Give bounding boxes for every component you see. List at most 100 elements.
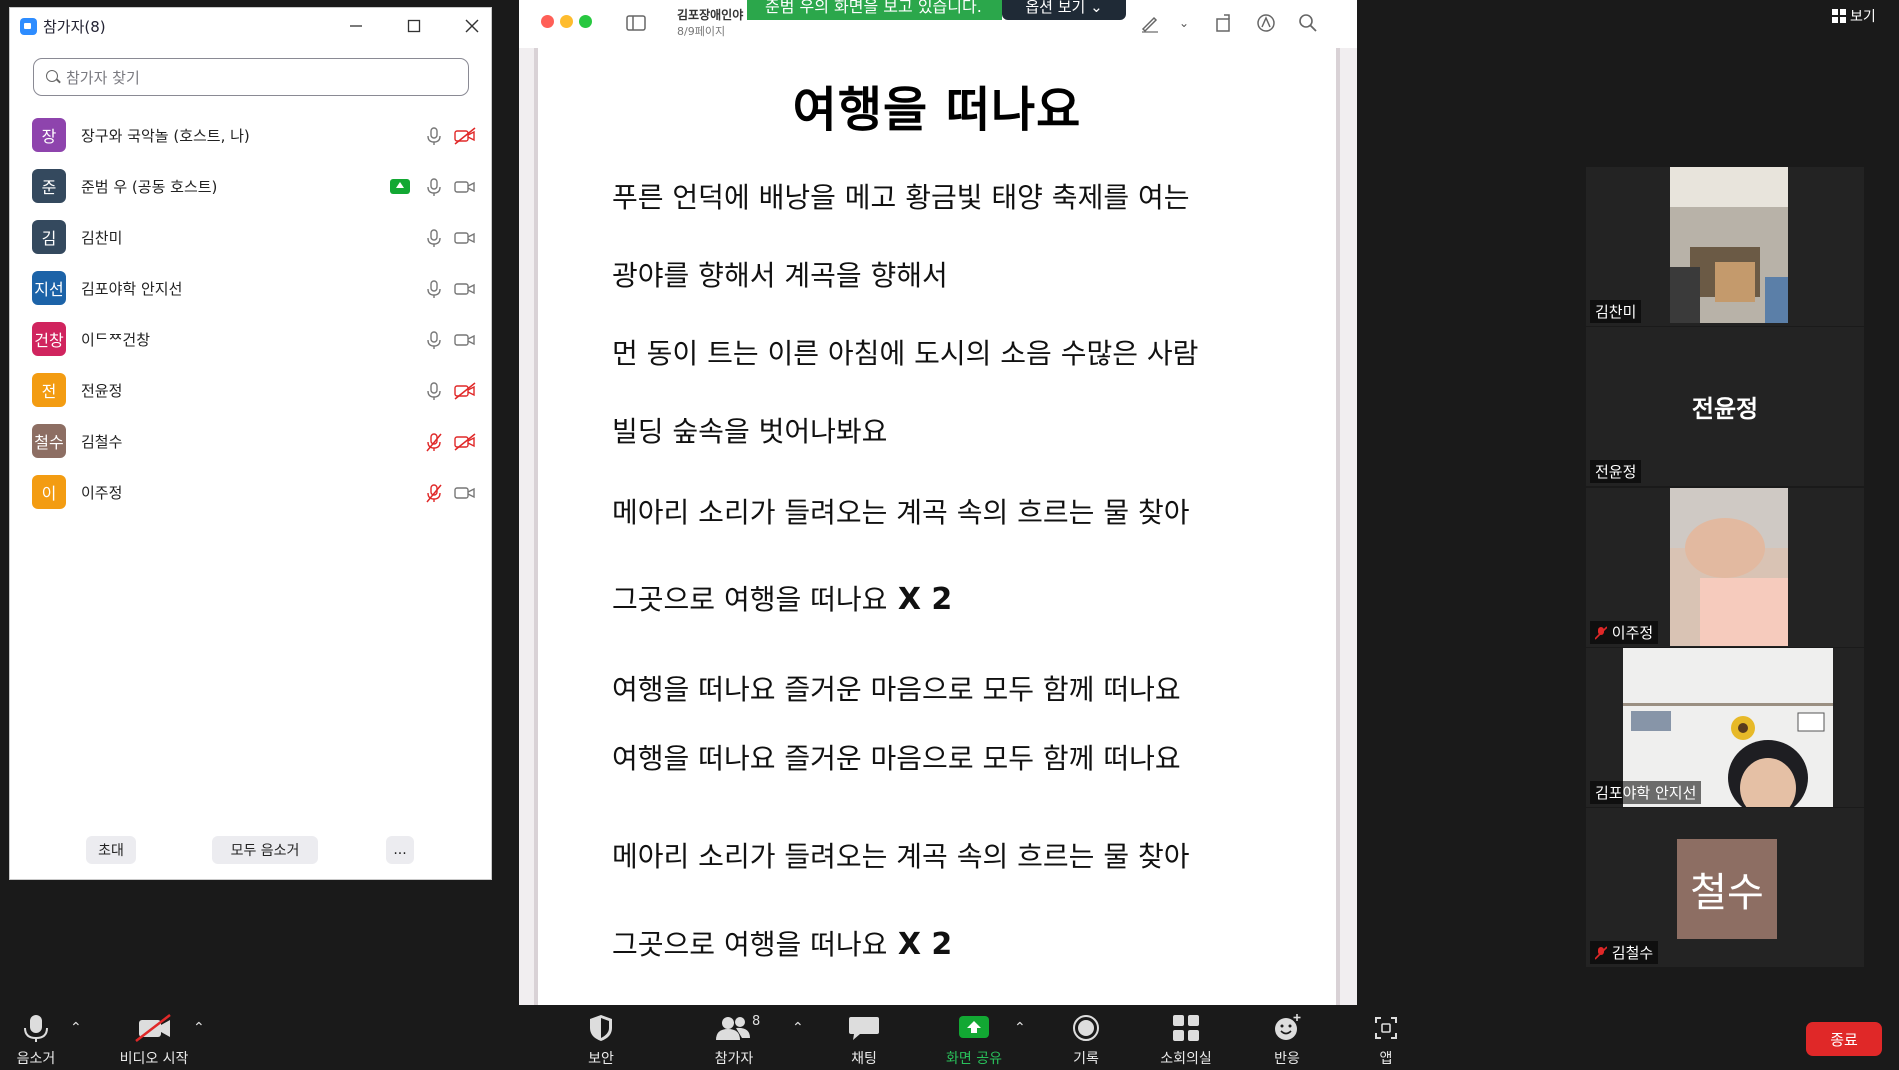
video-tile-ijujeong[interactable]: 이주정 (1586, 488, 1864, 647)
participant-name: 이주정 (81, 484, 123, 502)
lyric-line: 여행을 떠나요 즐거운 마음으로 모두 함께 떠나요 (612, 737, 1181, 777)
video-tile-jeonyunjeong[interactable]: 전윤정 전윤정 (1586, 327, 1864, 486)
video-camera-icon[interactable] (454, 279, 475, 299)
muted-mic-icon (1594, 946, 1608, 960)
chat-button[interactable]: 채팅 (838, 1005, 890, 1070)
participant-row[interactable]: 철수 김철수 (10, 416, 491, 467)
video-off-icon[interactable] (454, 126, 476, 146)
sidebar-toggle-icon (625, 12, 647, 34)
microphone-icon (24, 1015, 48, 1042)
video-camera-icon[interactable] (454, 228, 475, 248)
microphone-icon[interactable] (424, 126, 444, 146)
lyric-line: 광야를 향해서 계곡을 향해서 (612, 254, 948, 294)
smiley-icon (1275, 1014, 1301, 1040)
participants-caret-icon[interactable]: ⌃ (792, 1020, 804, 1036)
participants-button[interactable]: 8 참가자 (706, 1005, 762, 1070)
participant-row[interactable]: 준 준범 우 (공동 호스트) (10, 161, 491, 212)
start-video-button[interactable]: 비디오 시작 (112, 1005, 196, 1070)
participants-count: 8 (752, 1014, 761, 1029)
tile-name: 김철수 (1590, 941, 1659, 964)
audio-options-caret-icon[interactable]: ⌃ (70, 1020, 82, 1036)
microphone-icon[interactable] (424, 279, 444, 299)
more-options-button[interactable]: ... (386, 836, 414, 864)
participant-avatar: 이 (32, 475, 66, 509)
participant-name: 김찬미 (81, 229, 123, 247)
chevron-down-icon: ⌄ (1179, 16, 1190, 30)
pdf-page: 여행을 떠나요 푸른 언덕에 배낭을 메고 황금빛 태양 축제를 여는 광야를 향… (538, 48, 1336, 1005)
security-label: 보안 (588, 1051, 614, 1067)
close-icon[interactable] (459, 14, 485, 38)
record-button[interactable]: 기록 (1060, 1005, 1112, 1070)
video-off-icon[interactable] (454, 432, 476, 452)
annotate-icon (1255, 12, 1277, 34)
microphone-icon[interactable] (424, 177, 444, 197)
lyric-text: 메아리 소리가 들려오는 계곡 속의 흐르는 물 찾아 (612, 840, 1190, 873)
participant-search[interactable] (33, 58, 469, 96)
mute-all-button[interactable]: 모두 음소거 (212, 836, 318, 864)
markup-pen-icon (1139, 12, 1161, 34)
participant-search-input[interactable] (64, 65, 448, 91)
minimize-icon[interactable] (343, 14, 369, 38)
muted-microphone-icon[interactable] (424, 432, 444, 452)
lyric-line: 메아리 소리가 들려오는 계곡 속의 흐르는 물 찾아 (612, 835, 1190, 875)
participant-row[interactable]: 장 장구와 국악놀 (호스트, 나) (10, 110, 491, 161)
tile-name-text: 김철수 (1611, 944, 1654, 962)
share-screen-icon (959, 1016, 989, 1038)
view-button[interactable]: 보기 (1828, 5, 1888, 27)
apps-button[interactable]: 앱 (1360, 1005, 1412, 1070)
participant-row[interactable]: 건창 이ᄃᄍ건창 (10, 314, 491, 365)
lyric-text: 메아리 소리가 들려오는 계곡 속의 흐르는 물 찾아 (612, 496, 1190, 529)
video-feed (1670, 167, 1788, 323)
participant-name: 김철수 (81, 433, 123, 451)
video-camera-icon[interactable] (454, 483, 475, 503)
invite-button[interactable]: 초대 (86, 836, 136, 864)
lyric-line: 그곳으로 여행을 떠나요 X 2 (612, 923, 952, 963)
lyric-text: 푸른 언덕에 배낭을 메고 황금빛 태양 축제를 여는 (612, 181, 1190, 214)
participant-avatar: 철수 (32, 424, 66, 458)
breakout-rooms-label: 소회의실 (1160, 1051, 1212, 1067)
view-options-button[interactable]: 옵션 보기 ⌄ (1002, 0, 1126, 20)
panel-title: 참가자(8) (43, 18, 106, 36)
participant-avatar: 김 (32, 220, 66, 254)
chat-icon (849, 1017, 879, 1040)
participant-name: 장구와 국악놀 (호스트, 나) (81, 127, 250, 145)
video-options-caret-icon[interactable]: ⌃ (193, 1020, 205, 1036)
video-camera-icon[interactable] (454, 330, 475, 350)
participant-row[interactable]: 전 전윤정 (10, 365, 491, 416)
participant-row[interactable]: 이 이주정 (10, 467, 491, 518)
share-banner: 준범 우의 화면을 보고 있습니다. (747, 0, 1002, 20)
breakout-rooms-button[interactable]: 소회의실 (1150, 1005, 1222, 1070)
video-tile-kimcheolsu[interactable]: 철수 김철수 (1586, 808, 1864, 967)
video-tile-anjiseon[interactable]: 김포야학 안지선 (1586, 648, 1864, 807)
end-meeting-button[interactable]: 종료 (1806, 1022, 1882, 1056)
participant-avatar: 전 (32, 373, 66, 407)
microphone-icon[interactable] (424, 228, 444, 248)
microphone-icon[interactable] (424, 381, 444, 401)
participant-avatar: 지선 (32, 271, 66, 305)
participant-row[interactable]: 김 김찬미 (10, 212, 491, 263)
share-screen-button[interactable]: 화면 공유 (936, 1005, 1012, 1070)
muted-microphone-icon[interactable] (424, 483, 444, 503)
share-screen-label: 화면 공유 (946, 1051, 1002, 1067)
share-caret-icon[interactable]: ⌃ (1014, 1020, 1026, 1036)
video-off-icon[interactable] (454, 381, 476, 401)
reactions-button[interactable]: 반응 (1261, 1005, 1313, 1070)
video-camera-icon[interactable] (454, 177, 475, 197)
mute-button[interactable]: 음소거 (8, 1005, 64, 1070)
repeat-marker: X 2 (887, 582, 953, 617)
lyric-text: 그곳으로 여행을 떠나요 (612, 583, 888, 616)
lyric-text: 여행을 떠나요 즐거운 마음으로 모두 함께 떠나요 (612, 742, 1181, 775)
security-button[interactable]: 보안 (575, 1005, 627, 1070)
microphone-icon[interactable] (424, 330, 444, 350)
mute-label: 음소거 (16, 1051, 56, 1067)
record-icon (1073, 1015, 1099, 1041)
zoom-logo-icon (20, 18, 37, 35)
video-tile-kimchanmi[interactable]: 김찬미 (1586, 167, 1864, 326)
start-video-label: 비디오 시작 (119, 1051, 189, 1067)
lyric-text: 그곳으로 여행을 떠나요 (612, 928, 888, 961)
breakout-rooms-icon (1173, 1015, 1199, 1041)
lyric-line: 여행을 떠나요 즐거운 마음으로 모두 함께 떠나요 (612, 668, 1181, 708)
participant-row[interactable]: 지선 김포야학 안지선 (10, 263, 491, 314)
zoom-dot-icon (579, 15, 592, 28)
maximize-icon[interactable] (401, 14, 427, 38)
